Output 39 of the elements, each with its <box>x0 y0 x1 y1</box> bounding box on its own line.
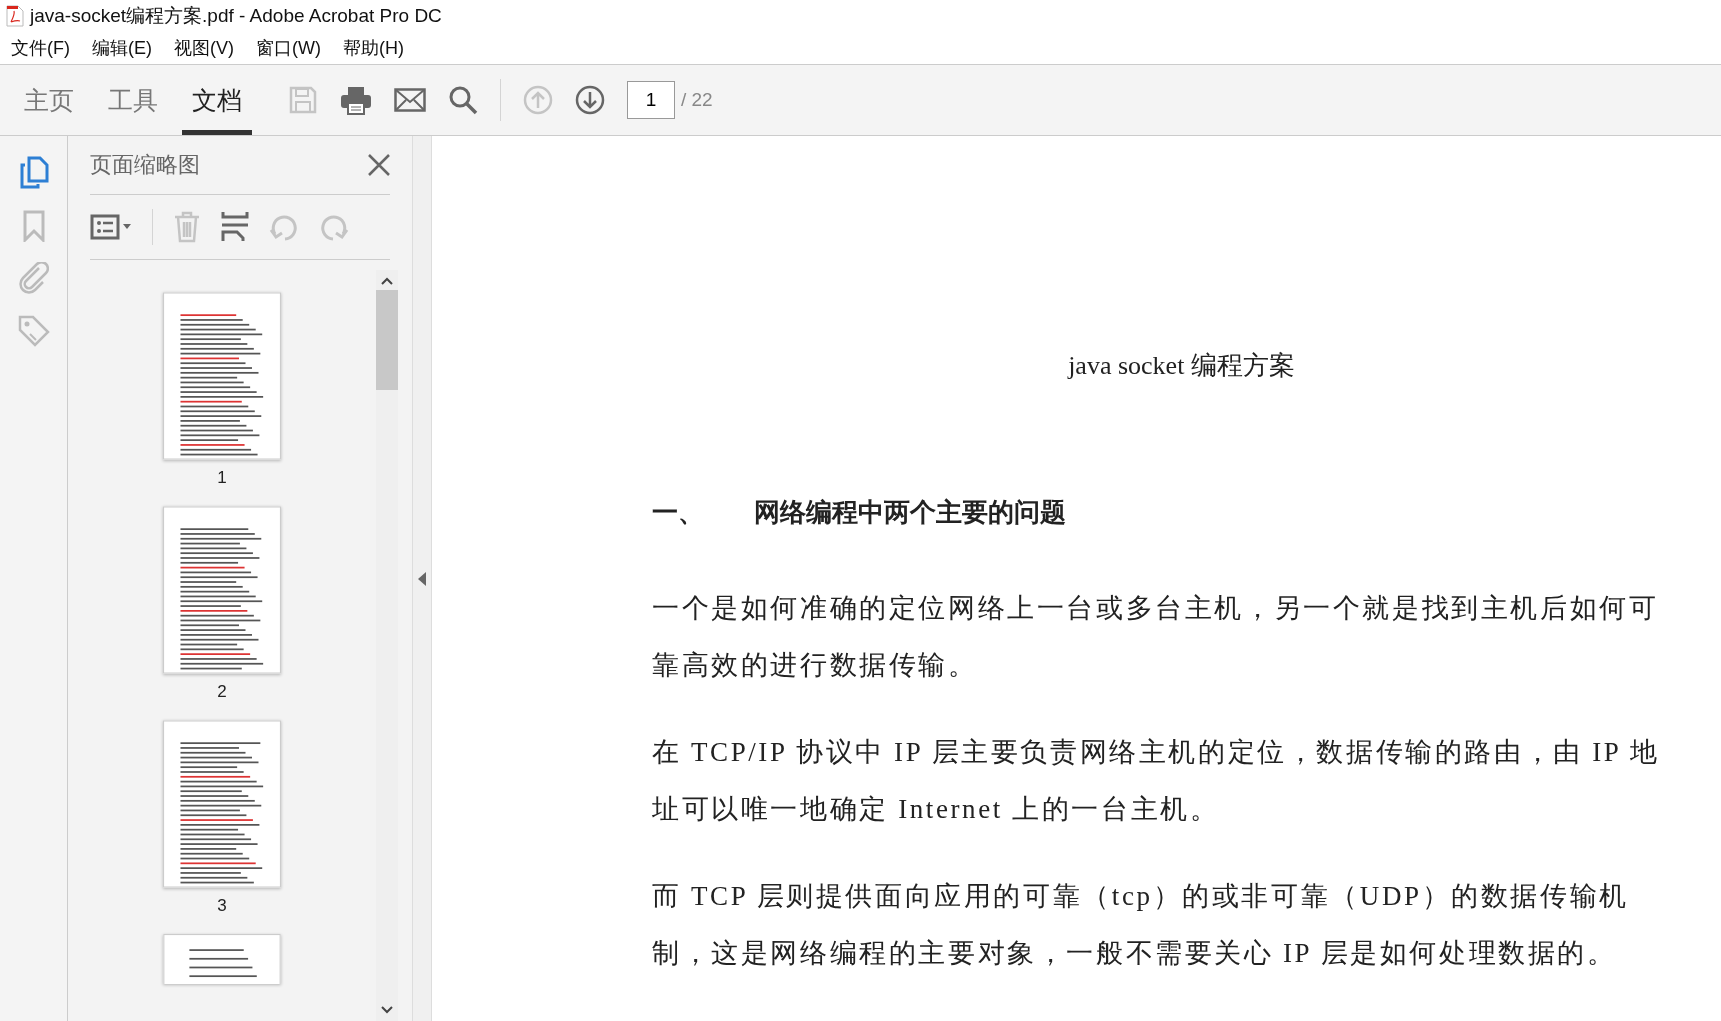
menu-item[interactable]: 窗口(W) <box>256 36 321 60</box>
search-icon[interactable] <box>448 85 478 115</box>
menu-item[interactable]: 文件(F) <box>11 36 70 60</box>
page-count: / 22 <box>681 89 713 111</box>
toolbar-tab[interactable]: 主页 <box>14 65 84 135</box>
pdf-file-icon <box>6 5 24 27</box>
document-title: java socket 编程方案 <box>1066 350 1296 382</box>
body-paragraph: 一个是如何准确的定位网络上一台或多台主机，另一个就是找到主机后如何可靠高效的进行数据传输。 <box>652 592 1660 682</box>
menu-item[interactable]: 视图(V) <box>174 36 234 60</box>
pages-icon[interactable] <box>18 156 49 190</box>
scroll-up-icon[interactable] <box>380 276 394 286</box>
page-number: 1 <box>217 468 227 488</box>
page-thumbnail[interactable] <box>163 934 281 984</box>
body-paragraph: 而 TCP 层则提供面向应用的可靠（tcp）的或非可靠（UDP）的数据传输机制，这是网络编程的主要对象，一般不需要关心 IP 层是如何处理数据的。 <box>652 880 1630 970</box>
toolbar-tab[interactable]: 工具 <box>98 65 168 135</box>
close-icon[interactable] <box>368 154 390 176</box>
section-heading: 网络编程中两个主要的问题 <box>754 496 1066 529</box>
page-thumbnail[interactable] <box>163 292 281 460</box>
mail-icon[interactable] <box>394 88 426 112</box>
window-title: java-socket编程方案.pdf - Adobe Acrobat Pro DC <box>30 4 442 28</box>
scrollbar[interactable] <box>376 270 398 1021</box>
collapse-panel-icon[interactable] <box>418 571 426 586</box>
panel-title: 页面缩略图 <box>90 151 200 179</box>
page-number: 3 <box>217 896 227 916</box>
menu-item[interactable]: 帮助(H) <box>342 36 404 60</box>
scrollbar-thumb[interactable] <box>376 290 398 390</box>
heading-number: 一、 <box>652 496 704 529</box>
paperclip-icon[interactable] <box>18 262 49 294</box>
print-icon[interactable] <box>340 85 372 115</box>
page-thumbnail[interactable] <box>163 506 281 674</box>
menu-item[interactable]: 编辑(E) <box>92 36 152 60</box>
page-number: 2 <box>217 682 227 702</box>
options-dropdown-icon[interactable] <box>90 214 132 240</box>
scroll-down-icon[interactable] <box>380 1005 394 1015</box>
body-paragraph: 在 TCP/IP 协议中 IP 层主要负责网络主机的定位，数据传输的路由，由 IP 地址可以唯一地确定 Internet 上的一台主机。 <box>652 736 1661 826</box>
page-number-field[interactable]: 1 <box>627 81 675 119</box>
next-page-icon[interactable] <box>575 85 605 115</box>
insert-page-icon[interactable] <box>221 211 249 243</box>
page-thumbnail[interactable] <box>163 720 281 888</box>
